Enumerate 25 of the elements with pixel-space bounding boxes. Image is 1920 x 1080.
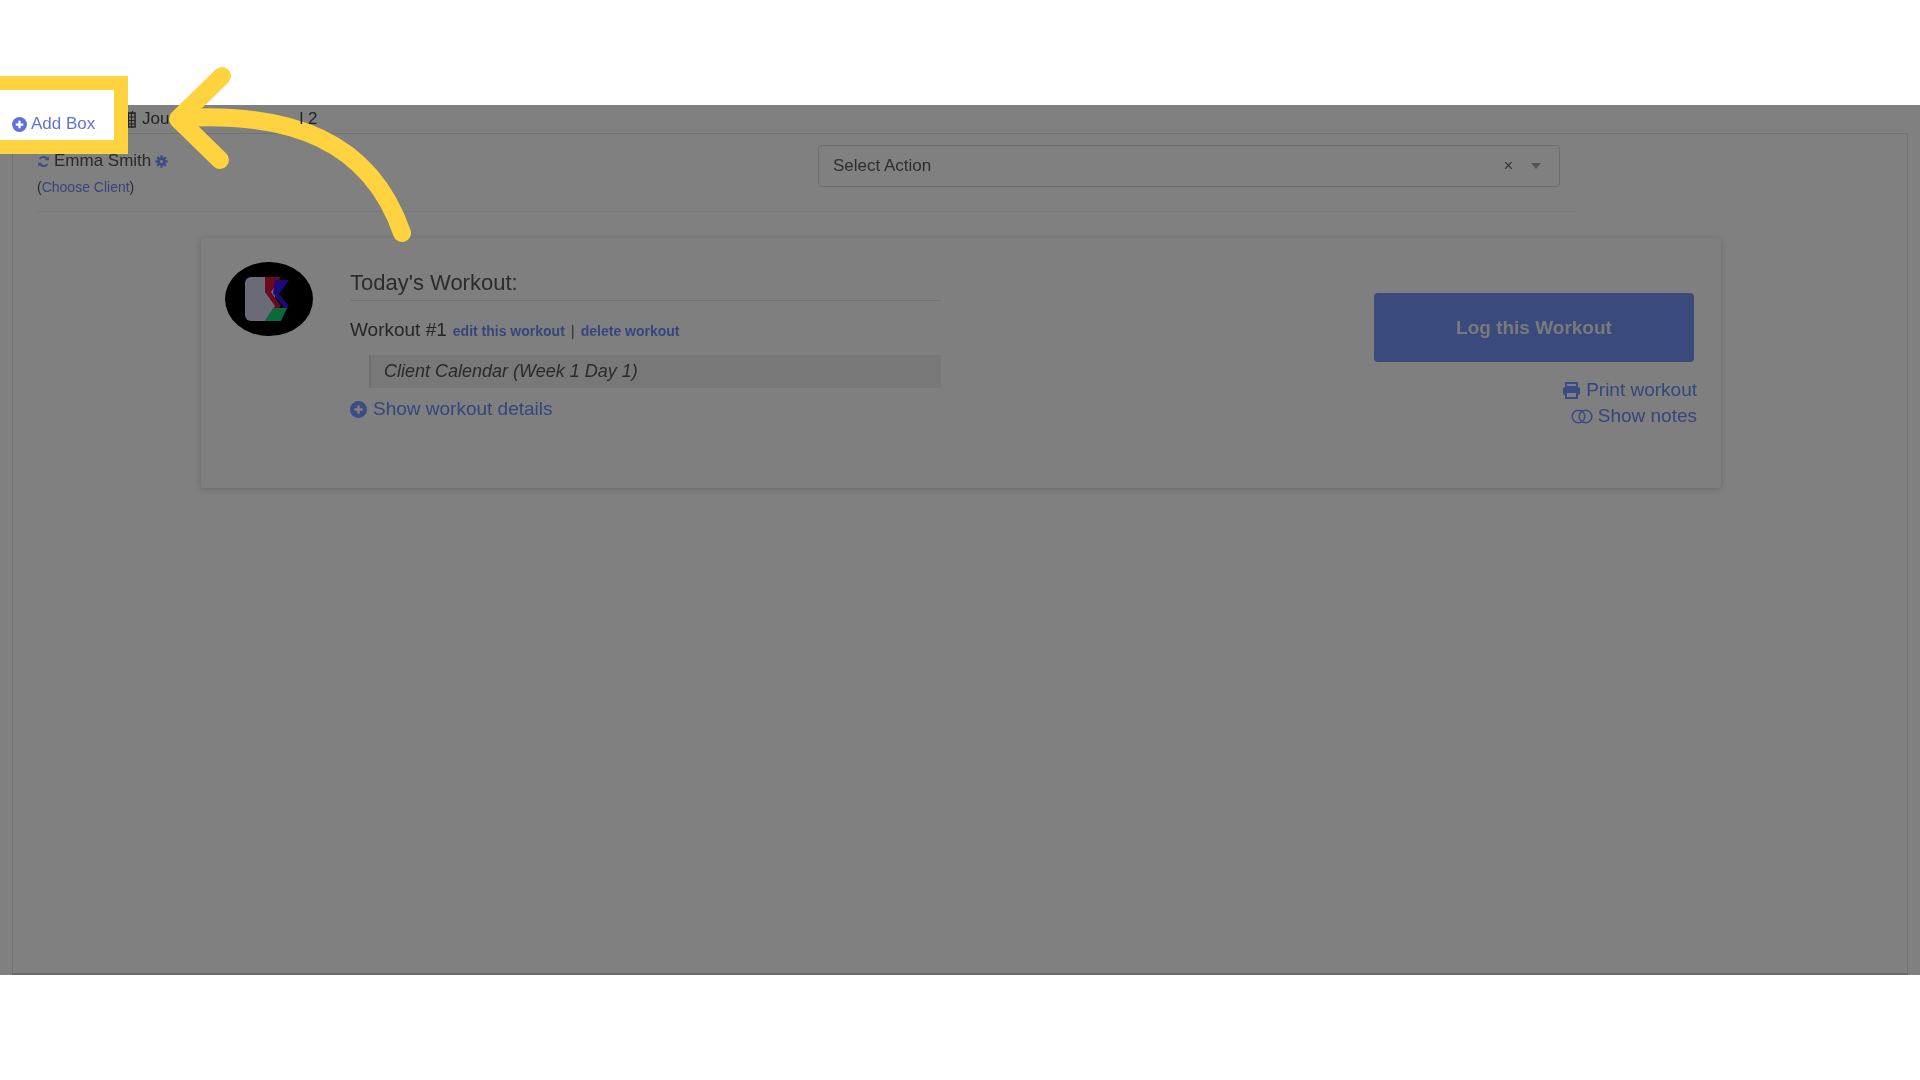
edit-workout-link[interactable]: edit this workout (452, 323, 565, 339)
workout-title: Workout #1 (350, 319, 447, 341)
side-link[interactable]: Show notes (1570, 403, 1697, 429)
select-placeholder: Select Action (833, 156, 933, 176)
plus-circle-icon (12, 116, 27, 132)
workout-heading: Today's Workout: (350, 262, 941, 301)
tab-label[interactable]: l 2 (299, 109, 318, 129)
settings-icon[interactable] (155, 154, 169, 168)
printer-icon (1562, 381, 1582, 399)
show-details-link[interactable]: Show workout details (350, 398, 941, 420)
delete-workout-link[interactable]: delete workout (580, 323, 680, 339)
dropdown-caret-icon[interactable] (1531, 163, 1541, 169)
add-box-link[interactable]: Add Box (12, 114, 96, 134)
action-select[interactable]: Select Action × (818, 145, 1560, 187)
link-separator: | (570, 322, 575, 339)
clear-button[interactable]: × (1503, 157, 1513, 175)
plus-circle-icon (350, 400, 367, 418)
choose-client-line: (Choose Client) (37, 179, 136, 195)
client-name: Emma Smith (54, 151, 152, 171)
choose-client-link[interactable]: Choose Client (41, 179, 130, 195)
refresh-icon[interactable] (37, 154, 50, 168)
toggle-icon (1570, 408, 1593, 424)
side-link[interactable]: Print workout (1562, 377, 1697, 403)
log-workout-button[interactable]: Log this Workout (1374, 293, 1694, 362)
program-quote: Client Calendar (Week 1 Day 1) (369, 355, 941, 388)
